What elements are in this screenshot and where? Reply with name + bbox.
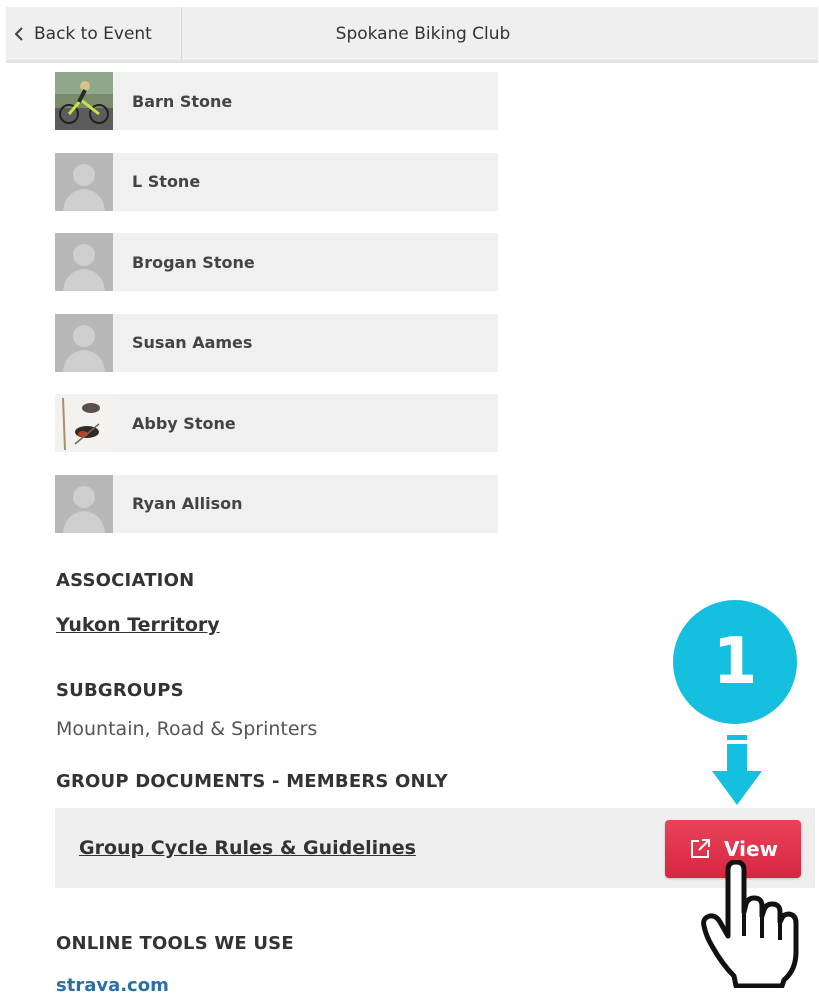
member-item[interactable]: Abby Stone — [55, 394, 498, 452]
step-number-badge: 1 — [673, 600, 797, 724]
document-link[interactable]: Group Cycle Rules & Guidelines — [79, 808, 416, 888]
member-list: Barn Stone L Stone Brogan Stone Susan Aa… — [55, 72, 498, 555]
back-to-event-label: Back to Event — [34, 23, 152, 44]
member-item[interactable]: L Stone — [55, 152, 498, 211]
member-name: L Stone — [132, 172, 201, 191]
user-silhouette-icon — [55, 313, 113, 372]
member-avatar-placeholder — [55, 474, 113, 533]
member-item[interactable]: Susan Aames — [55, 313, 498, 372]
member-name: Abby Stone — [132, 413, 236, 433]
user-silhouette-icon — [55, 152, 113, 211]
member-avatar-placeholder — [55, 313, 113, 372]
member-avatar-photo — [55, 394, 113, 452]
tool-link-strava[interactable]: strava.com — [56, 975, 169, 996]
arrow-down-icon — [712, 735, 762, 805]
member-item[interactable]: Ryan Allison — [55, 474, 498, 533]
member-avatar-placeholder — [55, 233, 113, 291]
member-name: Barn Stone — [132, 91, 233, 111]
member-item[interactable]: Brogan Stone — [55, 233, 498, 291]
user-silhouette-icon — [55, 474, 113, 533]
association-heading: ASSOCIATION — [56, 570, 195, 591]
group-documents-heading: GROUP DOCUMENTS - MEMBERS ONLY — [56, 771, 448, 792]
chevron-left-icon — [14, 26, 23, 41]
member-item[interactable]: Barn Stone — [55, 72, 498, 130]
member-avatar-placeholder — [55, 152, 113, 211]
member-avatar-photo — [55, 72, 113, 130]
top-bar: Back to Event Spokane Biking Club — [6, 7, 818, 63]
association-link[interactable]: Yukon Territory — [56, 614, 220, 636]
online-tools-heading: ONLINE TOOLS WE USE — [56, 933, 294, 954]
member-name: Susan Aames — [132, 333, 253, 352]
view-button-label: View — [723, 837, 779, 861]
page-title: Spokane Biking Club — [335, 23, 511, 44]
back-to-event-button[interactable]: Back to Event — [6, 7, 182, 60]
user-silhouette-icon — [55, 233, 113, 291]
subgroups-heading: SUBGROUPS — [56, 680, 184, 701]
pointing-hand-icon — [701, 860, 799, 988]
external-link-icon — [690, 839, 710, 858]
member-name: Ryan Allison — [132, 494, 243, 513]
subgroups-value: Mountain, Road & Sprinters — [56, 718, 318, 740]
member-name: Brogan Stone — [132, 252, 255, 272]
